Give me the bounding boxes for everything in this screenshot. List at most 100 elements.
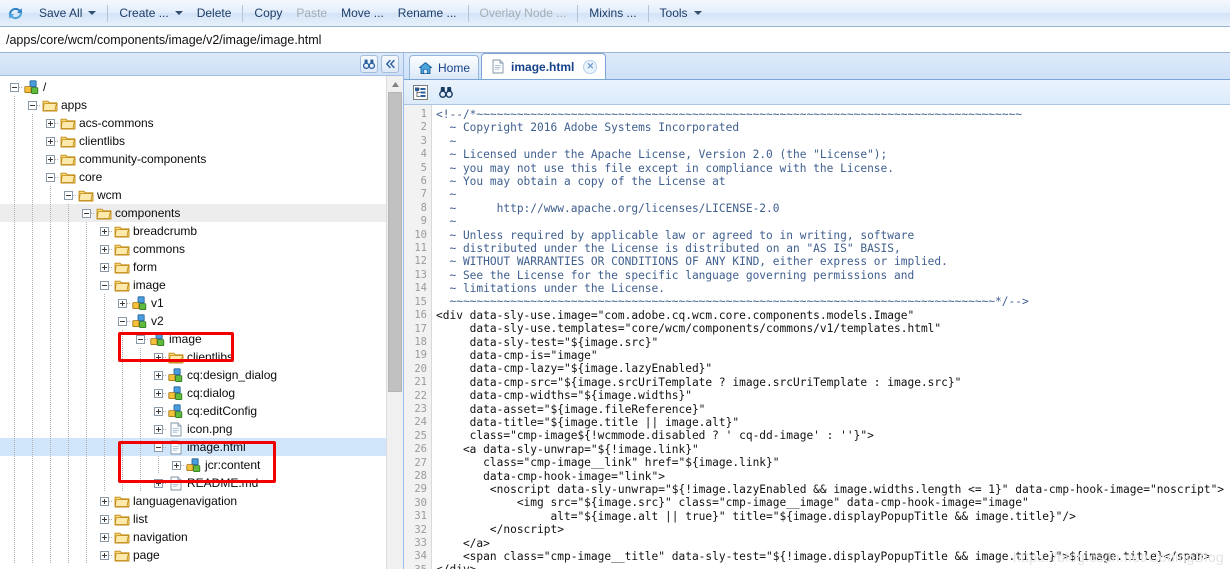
tree-scrollbar[interactable] [386, 76, 403, 569]
expand-icon[interactable] [100, 496, 109, 506]
tree-node-label: cq:editConfig [187, 404, 258, 418]
scroll-up-arrow-icon[interactable] [387, 76, 403, 92]
tree-connector [163, 374, 167, 376]
code-line: data-cmp-src="${image.srcUriTemplate ? i… [436, 375, 962, 389]
toolbar-button-save-all[interactable]: Save All [32, 2, 103, 25]
tree-connector [109, 554, 113, 556]
tree-node-cq-design-dialog[interactable]: cq:design_dialog [0, 366, 386, 384]
tree-node-v1[interactable]: v1 [0, 294, 386, 312]
editor-tab-label: image.html [511, 59, 575, 74]
tree-node-label: README.md [187, 476, 259, 490]
collapse-icon[interactable] [100, 280, 109, 290]
expand-icon[interactable] [46, 154, 55, 164]
toolbar-button-create[interactable]: Create ... [112, 2, 189, 25]
tree-scroll-region: / apps acs-commons clientlibs community-comp… [0, 76, 403, 569]
collapse-icon[interactable] [46, 172, 55, 182]
tree-node-form[interactable]: form [0, 258, 386, 276]
tree-node-core[interactable]: core [0, 168, 386, 186]
tree-node-community-components[interactable]: community-components [0, 150, 386, 168]
toolbar-button-move[interactable]: Move ... [334, 2, 391, 25]
tree-node-v2[interactable]: v2 [0, 312, 386, 330]
editor-tab-home[interactable]: Home [409, 55, 480, 79]
expand-icon[interactable] [100, 226, 109, 236]
tree-connector [163, 356, 167, 358]
code-line: <span class="cmp-image__title" data-sly-… [436, 549, 1211, 563]
expand-icon[interactable] [154, 388, 163, 398]
tree-node-navigation[interactable]: navigation [0, 528, 386, 546]
tree-node-label: image [169, 332, 202, 346]
expand-icon[interactable] [100, 262, 109, 272]
tree-node-readme-md[interactable]: README.md [0, 474, 386, 492]
collapse-icon[interactable] [136, 334, 145, 344]
tree-node-icon-png[interactable]: icon.png [0, 420, 386, 438]
toolbar-button-tools[interactable]: Tools [653, 2, 709, 25]
expand-icon[interactable] [46, 118, 55, 128]
tree-node-clientlibs[interactable]: clientlibs [0, 348, 386, 366]
code-line: <div data-sly-use.image="com.adobe.cq.wc… [436, 308, 915, 322]
collapse-icon[interactable] [28, 100, 37, 110]
code-line: ~ See the License for the specific langu… [436, 268, 915, 282]
tree-node-commons[interactable]: commons [0, 240, 386, 258]
toolbar-button-mixins[interactable]: Mixins ... [582, 2, 643, 25]
tree-node-image-html[interactable]: image.html [0, 438, 386, 456]
expand-icon[interactable] [154, 478, 163, 488]
editor-tab-image-html[interactable]: image.html ✕ [481, 53, 607, 79]
expand-icon[interactable] [100, 244, 109, 254]
tree-node-clientlibs[interactable]: clientlibs [0, 132, 386, 150]
collapse-panel-button[interactable] [381, 55, 399, 73]
tree-node-cq-editconfig[interactable]: cq:editConfig [0, 402, 386, 420]
tree-node-cq-dialog[interactable]: cq:dialog [0, 384, 386, 402]
scrollbar-thumb[interactable] [388, 92, 402, 392]
toolbar-button-copy[interactable]: Copy [247, 2, 289, 25]
expand-icon[interactable] [118, 298, 127, 308]
collapse-icon[interactable] [154, 442, 163, 452]
workspace: / apps acs-commons clientlibs community-comp… [0, 53, 1230, 569]
find-node-button[interactable] [360, 55, 378, 73]
expand-icon[interactable] [100, 532, 109, 542]
tree-node-image[interactable]: image [0, 276, 386, 294]
path-input[interactable] [4, 28, 1226, 51]
expand-icon[interactable] [154, 424, 163, 434]
folder-icon [42, 97, 58, 113]
repository-tree[interactable]: / apps acs-commons clientlibs community-comp… [0, 76, 386, 569]
code-line: ~ You may obtain a copy of the License a… [436, 174, 726, 188]
source-code[interactable]: <!--/*~~~~~~~~~~~~~~~~~~~~~~~~~~~~~~~~~~… [432, 105, 1230, 569]
node-icon [132, 295, 148, 311]
tree-node-page[interactable]: page [0, 546, 386, 564]
expand-icon[interactable] [46, 136, 55, 146]
tree-node-image[interactable]: image [0, 330, 386, 348]
tree-connector [109, 230, 113, 232]
code-line: data-sly-test="${image.src}" [436, 335, 659, 349]
code-editor[interactable]: 1 2 3 4 5 6 7 8 9 10 11 12 13 14 15 16 17 18 19 20 21 22 23 24 2… [404, 105, 1230, 569]
outline-tree-button[interactable] [410, 82, 430, 102]
tree-node-label: list [133, 512, 148, 526]
collapse-icon[interactable] [64, 190, 73, 200]
expand-icon[interactable] [172, 460, 181, 470]
tree-node-wcm[interactable]: wcm [0, 186, 386, 204]
expand-icon[interactable] [154, 406, 163, 416]
collapse-icon[interactable] [10, 82, 19, 92]
close-icon[interactable]: ✕ [583, 59, 598, 74]
tree-node-[interactable]: / [0, 78, 386, 96]
toolbar-button-label: Create ... [119, 6, 169, 20]
tree-node-breadcrumb[interactable]: breadcrumb [0, 222, 386, 240]
code-line: ~~~~~~~~~~~~~~~~~~~~~~~~~~~~~~~~~~~~~~~~… [436, 295, 1029, 309]
expand-icon[interactable] [154, 352, 163, 362]
toolbar-button-rename[interactable]: Rename ... [391, 2, 464, 25]
tree-node-apps[interactable]: apps [0, 96, 386, 114]
collapse-icon[interactable] [118, 316, 127, 326]
find-in-file-button[interactable] [436, 82, 456, 102]
folder-icon [114, 547, 130, 563]
expand-icon[interactable] [100, 514, 109, 524]
editor-tabstrip: Home image.html ✕ [404, 53, 1230, 80]
collapse-icon[interactable] [82, 208, 91, 218]
expand-icon[interactable] [154, 370, 163, 380]
tree-node-languagenavigation[interactable]: languagenavigation [0, 492, 386, 510]
toolbar-button-delete[interactable]: Delete [190, 2, 239, 25]
tree-node-list[interactable]: list [0, 510, 386, 528]
expand-icon[interactable] [100, 550, 109, 560]
tree-node-components[interactable]: components [0, 204, 386, 222]
path-bar[interactable] [0, 27, 1230, 53]
tree-node-jcr-content[interactable]: jcr:content [0, 456, 386, 474]
tree-node-acs-commons[interactable]: acs-commons [0, 114, 386, 132]
